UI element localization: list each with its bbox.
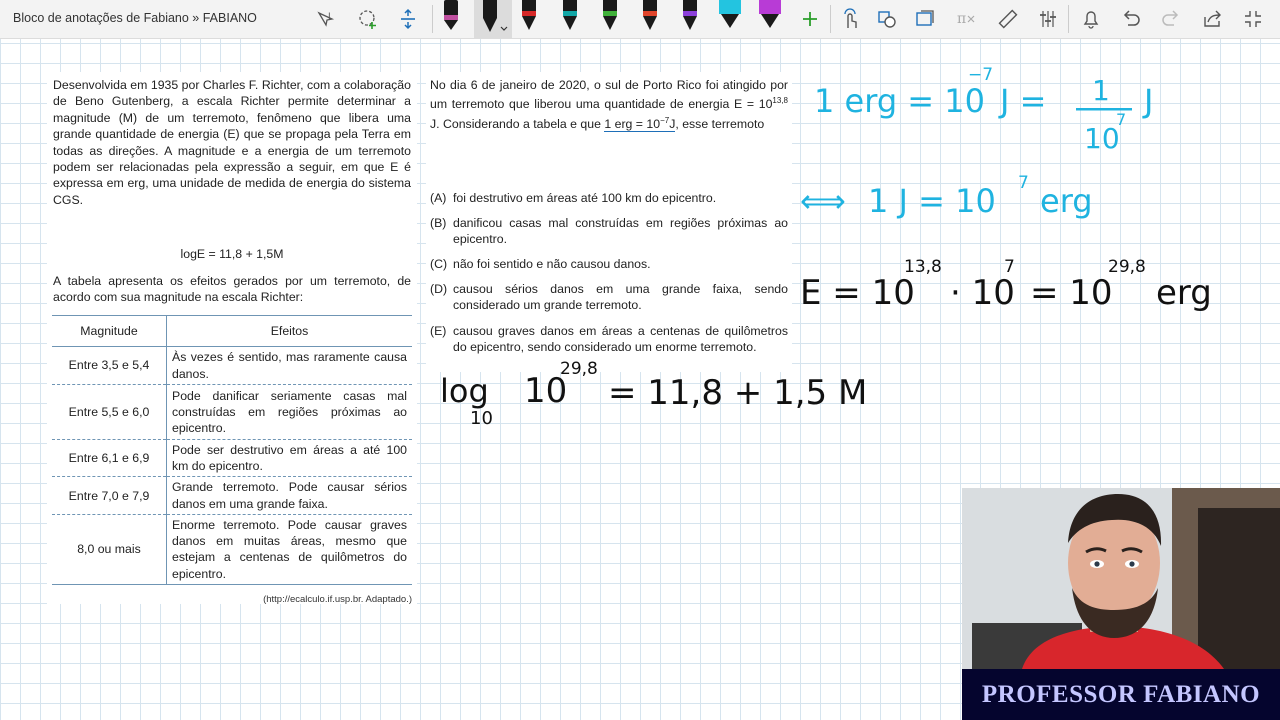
hw-text: erg (1156, 273, 1212, 313)
hw-text: 1 J = 10 (868, 182, 996, 220)
hw-exponent: 7 (1116, 110, 1126, 129)
hw-exponent: 29,8 (1108, 257, 1146, 277)
handwriting-line-1: 1 erg = 10 −7 J = 1 10 7 J (814, 65, 1153, 155)
hw-text: E = 10 (800, 273, 915, 313)
hw-text: 1 erg = 10 (814, 82, 985, 120)
hw-text: = 10 (1030, 273, 1113, 313)
hw-denominator: 10 (1084, 122, 1120, 155)
hw-numerator: 1 (1092, 74, 1110, 107)
hw-text: J (1142, 82, 1153, 120)
handwriting-line-4: log 10 10 29,8 = 11,8 + 1,5 M (440, 359, 867, 429)
hw-log-base: 10 (470, 408, 493, 429)
hw-exponent: 7 (1004, 257, 1015, 277)
hw-text: = 11,8 + 1,5 M (608, 373, 867, 413)
hw-text: J = (998, 82, 1046, 120)
hw-arrow: ⟺ (800, 182, 846, 220)
presenter-video (962, 488, 1280, 669)
hw-text: · 10 (950, 273, 1015, 313)
webcam-overlay: PROFESSOR FABIANO (962, 488, 1280, 720)
hw-exponent: 29,8 (560, 359, 598, 379)
presenter-name: PROFESSOR FABIANO (981, 680, 1261, 708)
hw-exponent: 7 (1018, 173, 1029, 193)
presenter-banner: PROFESSOR FABIANO (962, 669, 1280, 720)
hw-exponent: 13,8 (904, 257, 942, 277)
handwriting-line-3: E = 10 13,8 · 10 7 = 10 29,8 erg (800, 257, 1212, 313)
hw-exponent: −7 (968, 65, 993, 85)
handwriting-line-2: ⟺ 1 J = 10 7 erg (800, 173, 1093, 220)
hw-text: erg (1040, 182, 1093, 220)
hw-log: log (440, 372, 489, 410)
